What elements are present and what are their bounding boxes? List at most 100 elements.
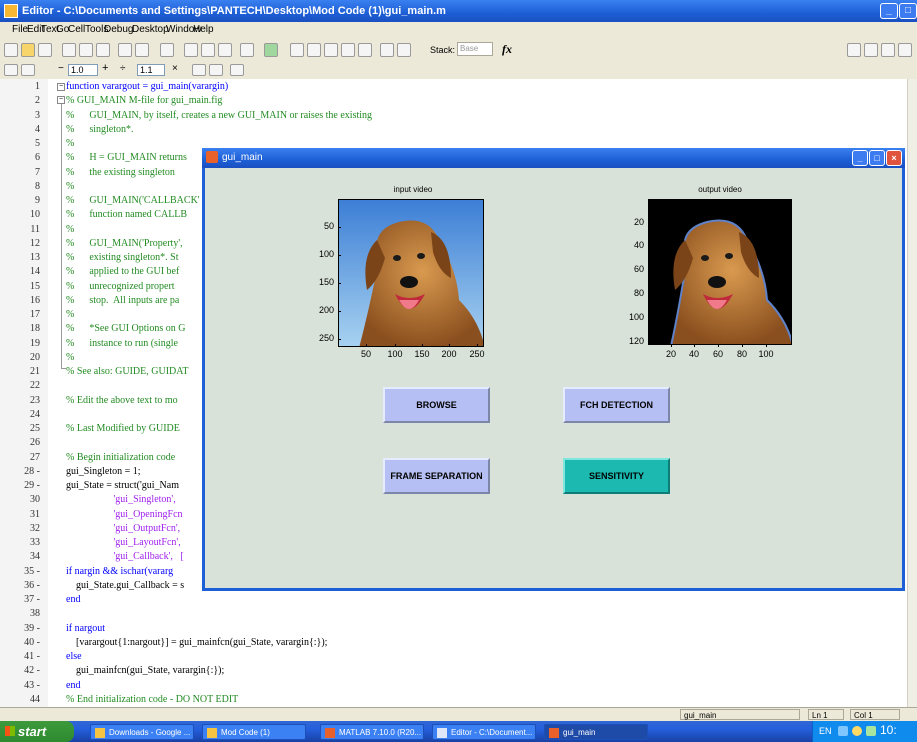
continue-icon[interactable] — [380, 43, 394, 57]
code-line[interactable]: % — [66, 308, 74, 322]
step-out-icon[interactable] — [358, 43, 372, 57]
show-cell-titles-icon[interactable] — [230, 64, 244, 76]
editor-minimize-button[interactable]: _ — [880, 3, 898, 19]
new-file-icon[interactable] — [4, 43, 18, 57]
code-line[interactable]: % — [66, 351, 74, 365]
cell-evaluate-advance-icon[interactable] — [21, 64, 35, 76]
clock[interactable]: 10: — [880, 723, 897, 737]
code-line[interactable]: % stop. All inputs are pa — [66, 294, 179, 308]
taskbar-item-matlab[interactable]: MATLAB 7.10.0 (R20... — [320, 724, 424, 740]
increment-value-input[interactable]: 1.0 — [68, 64, 98, 76]
code-line[interactable]: end — [66, 593, 80, 607]
cut-icon[interactable] — [62, 43, 76, 57]
run-icon[interactable] — [264, 43, 278, 57]
output-video-axes[interactable] — [648, 199, 792, 345]
undo-icon[interactable] — [118, 43, 132, 57]
editor-vertical-scrollbar[interactable] — [907, 79, 917, 707]
menu-desktop[interactable]: Desktop — [132, 24, 169, 35]
cell-remove-icon[interactable] — [209, 64, 223, 76]
code-line[interactable]: function varargout = gui_main(varargin) — [66, 80, 228, 94]
copy-icon[interactable] — [79, 43, 93, 57]
tile-layout-icon[interactable] — [847, 43, 861, 57]
taskbar-item-gui-main[interactable]: gui_main — [544, 724, 648, 740]
back-icon[interactable] — [201, 43, 215, 57]
gui-minimize-button[interactable]: _ — [852, 150, 868, 166]
taskbar-item-editor[interactable]: Editor - C:\Document... — [432, 724, 536, 740]
increment-plus-icon[interactable]: + — [102, 62, 108, 74]
fx-button[interactable]: fx — [502, 42, 512, 57]
code-line[interactable]: 'gui_Singleton', — [66, 493, 176, 507]
network-icon[interactable] — [838, 726, 848, 736]
breakpoint-icon[interactable] — [290, 43, 304, 57]
redo-icon[interactable] — [135, 43, 149, 57]
code-line[interactable]: % applied to the GUI bef — [66, 265, 179, 279]
step-in-icon[interactable] — [341, 43, 355, 57]
paste-icon[interactable] — [96, 43, 110, 57]
code-line[interactable]: 'gui_LayoutFcn', — [66, 536, 181, 550]
menu-cell[interactable]: Cell — [68, 24, 85, 35]
language-indicator[interactable]: EN — [819, 726, 832, 736]
security-icon[interactable] — [852, 726, 862, 736]
print-icon[interactable] — [160, 43, 174, 57]
code-line[interactable]: % GUI_MAIN, by itself, creates a new GUI… — [66, 109, 372, 123]
save-icon[interactable] — [38, 43, 52, 57]
code-line[interactable]: % GUI_MAIN('Property', — [66, 237, 183, 251]
code-line[interactable]: % Edit the above text to mo — [66, 394, 178, 408]
code-line[interactable]: [varargout{1:nargout}] = gui_mainfcn(gui… — [66, 636, 327, 650]
code-line[interactable]: % *See GUI Options on G — [66, 322, 185, 336]
code-line[interactable]: gui_State = struct('gui_Nam — [66, 479, 179, 493]
code-line[interactable]: end — [66, 679, 80, 693]
code-line[interactable]: % existing singleton*. St — [66, 251, 179, 265]
code-line[interactable]: if nargout — [66, 622, 105, 636]
open-folder-icon[interactable] — [21, 43, 35, 57]
code-line[interactable]: % End initialization code - DO NOT EDIT — [66, 693, 238, 707]
menu-file[interactable]: File — [12, 24, 28, 35]
cell-evaluate-icon[interactable] — [4, 64, 18, 76]
taskbar-item-downloads[interactable]: Downloads - Google ... — [90, 724, 194, 740]
code-line[interactable]: % — [66, 223, 74, 237]
fold-collapse-icon[interactable]: − — [57, 83, 65, 91]
code-line[interactable]: % instance to run (single — [66, 337, 178, 351]
code-line[interactable]: % singleton*. — [66, 123, 134, 137]
code-line[interactable]: % — [66, 137, 74, 151]
code-line[interactable]: % GUI_MAIN('CALLBACK' — [66, 194, 200, 208]
code-line[interactable]: % GUI_MAIN M-file for gui_main.fig — [66, 94, 222, 108]
code-line[interactable]: % See also: GUIDE, GUIDAT — [66, 365, 188, 379]
code-line[interactable]: if nargin && ischar(vararg — [66, 565, 173, 579]
taskbar-item-mod-code[interactable]: Mod Code (1) — [202, 724, 306, 740]
split-vertical-icon[interactable] — [881, 43, 895, 57]
clear-breakpoints-icon[interactable] — [307, 43, 321, 57]
decrement-minus-icon[interactable]: − — [58, 63, 64, 74]
code-line[interactable]: % Last Modified by GUIDE — [66, 422, 180, 436]
code-line[interactable]: 'gui_Callback', [ — [66, 550, 184, 564]
find-icon[interactable] — [184, 43, 198, 57]
code-line[interactable]: % function named CALLB — [66, 208, 187, 222]
code-line[interactable]: % unrecognized propert — [66, 280, 175, 294]
code-line[interactable]: gui_State.gui_Callback = s — [66, 579, 184, 593]
menu-help[interactable]: Help — [193, 24, 214, 35]
split-horizontal-icon[interactable] — [864, 43, 878, 57]
fch-detection-button[interactable]: FCH DETECTION — [563, 387, 670, 423]
menu-debug[interactable]: Debug — [104, 24, 133, 35]
forward-icon[interactable] — [218, 43, 232, 57]
code-line[interactable]: % the existing singleton — [66, 166, 175, 180]
gui-close-button[interactable]: × — [886, 150, 902, 166]
editor-maximize-button[interactable]: □ — [899, 3, 917, 19]
code-line[interactable]: 'gui_OpeningFcn — [66, 508, 183, 522]
function-browser-icon[interactable] — [240, 43, 254, 57]
volume-icon[interactable] — [866, 726, 876, 736]
code-line[interactable]: % Begin initialization code — [66, 451, 175, 465]
sensitivity-button[interactable]: SENSITIVITY — [563, 458, 670, 494]
code-line[interactable]: % — [66, 180, 74, 194]
gui-title-bar[interactable]: gui_main — [202, 148, 905, 168]
multiply-value-input[interactable]: 1.1 — [137, 64, 165, 76]
code-line[interactable]: gui_Singleton = 1; — [66, 465, 141, 479]
cell-insert-icon[interactable] — [192, 64, 206, 76]
code-line[interactable]: else — [66, 650, 82, 664]
editor-title-bar[interactable]: Editor - C:\Documents and Settings\PANTE… — [0, 0, 917, 22]
code-line[interactable]: % H = GUI_MAIN returns — [66, 151, 187, 165]
fold-collapse-icon[interactable]: − — [57, 96, 65, 104]
browse-button[interactable]: BROWSE — [383, 387, 490, 423]
input-video-axes[interactable] — [338, 199, 484, 347]
code-line[interactable]: gui_mainfcn(gui_State, varargin{:}); — [66, 664, 224, 678]
